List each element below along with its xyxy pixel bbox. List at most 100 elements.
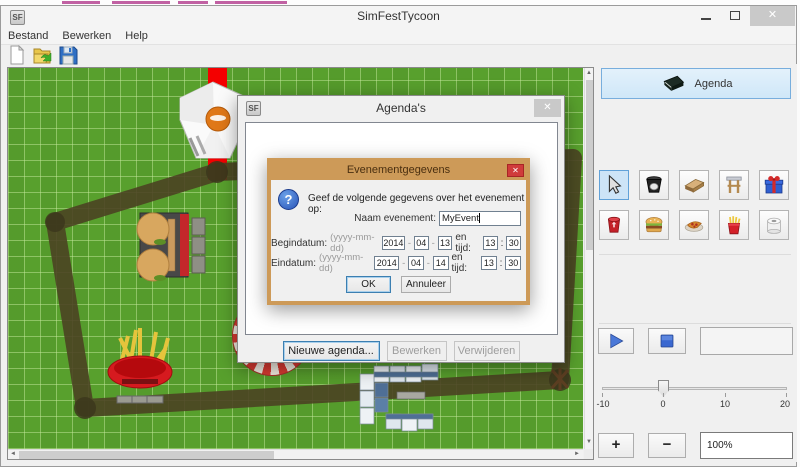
start-date-label: Begindatum: bbox=[271, 238, 327, 249]
colon-separator: : bbox=[501, 238, 504, 249]
question-icon: ? bbox=[278, 189, 299, 210]
speed-slider-track[interactable] bbox=[602, 387, 787, 390]
tool-spotlight[interactable] bbox=[639, 170, 669, 200]
zoom-out-button[interactable]: − bbox=[648, 433, 686, 458]
minimize-button[interactable] bbox=[692, 6, 721, 26]
event-dialog-titlebar[interactable]: Evenementgegevens ✕ bbox=[271, 162, 526, 180]
stop-icon bbox=[658, 332, 676, 350]
play-button[interactable] bbox=[598, 328, 634, 354]
window-titlebar[interactable]: SF SimFestTycoon ✕ bbox=[1, 6, 796, 28]
event-dialog-title: Evenementgegevens bbox=[271, 164, 526, 176]
save-icon[interactable] bbox=[58, 45, 78, 65]
maximize-icon bbox=[730, 11, 740, 20]
scroll-up-icon[interactable]: ▲ bbox=[586, 70, 592, 76]
new-agenda-button[interactable]: Nieuwe agenda... bbox=[283, 341, 380, 361]
open-file-icon[interactable] bbox=[32, 45, 52, 65]
start-hour-input[interactable]: 13 bbox=[483, 236, 498, 250]
zoom-level-field[interactable]: 100% bbox=[700, 432, 793, 459]
background-text-fragment bbox=[178, 1, 208, 4]
horizontal-scrollbar[interactable]: ◄ ► bbox=[8, 449, 583, 459]
scroll-left-icon[interactable]: ◄ bbox=[10, 451, 16, 457]
horizontal-scroll-thumb[interactable] bbox=[19, 451, 274, 459]
tool-fries-stand[interactable] bbox=[719, 210, 749, 240]
vertical-scrollbar[interactable]: ▲ ▼ bbox=[584, 68, 593, 449]
pizza-plate-icon bbox=[682, 213, 706, 237]
end-month-input[interactable]: 04 bbox=[408, 256, 424, 270]
start-month-input[interactable]: 04 bbox=[414, 236, 429, 250]
sidebar-divider bbox=[599, 254, 791, 255]
window-title: SimFestTycoon bbox=[1, 9, 796, 23]
event-dialog-close-button[interactable]: ✕ bbox=[507, 164, 524, 177]
toilet-paper-icon bbox=[762, 213, 786, 237]
scrollbar-corner bbox=[584, 449, 593, 459]
event-name-input[interactable]: MyEvent bbox=[439, 211, 521, 226]
menu-item-bewerken[interactable]: Bewerken bbox=[55, 28, 118, 42]
start-minute-input[interactable]: 30 bbox=[506, 236, 521, 250]
tool-frame[interactable] bbox=[719, 170, 749, 200]
delete-agenda-button: Verwijderen bbox=[454, 341, 520, 361]
fries-stand bbox=[108, 328, 172, 403]
agenda-dialog-titlebar[interactable]: SF Agenda's ✕ bbox=[238, 96, 564, 122]
end-date-label: Eindatum: bbox=[271, 258, 316, 269]
tool-trashcan[interactable] bbox=[599, 210, 629, 240]
start-year-input[interactable]: 2014 bbox=[382, 236, 405, 250]
event-dialog-buttons: OK Annuleer bbox=[271, 276, 526, 293]
tool-pizza-stand[interactable] bbox=[679, 210, 709, 240]
end-hour-input[interactable]: 13 bbox=[481, 256, 497, 270]
end-year-input[interactable]: 2014 bbox=[374, 256, 399, 270]
tool-burger-stand[interactable] bbox=[639, 210, 669, 240]
scroll-down-icon[interactable]: ▼ bbox=[586, 439, 592, 445]
dash-separator: - bbox=[402, 258, 405, 269]
cursor-icon bbox=[603, 174, 625, 196]
slider-label-zero: 0 bbox=[660, 399, 665, 409]
event-name-row: Naam evenement: MyEvent bbox=[354, 211, 521, 226]
end-day-input[interactable]: 14 bbox=[433, 256, 449, 270]
event-name-label: Naam evenement: bbox=[354, 213, 436, 224]
ok-button[interactable]: OK bbox=[346, 276, 391, 293]
event-start-row: Begindatum: (yyyy-mm-dd) 2014 - 04 - 13 … bbox=[271, 232, 521, 254]
text-caret bbox=[479, 213, 480, 223]
agenda-dialog-buttons: Nieuwe agenda... Bewerken Verwijderen bbox=[238, 341, 564, 361]
status-panel bbox=[700, 327, 793, 355]
event-dialog: Evenementgegevens ✕ ? Geef de volgende g… bbox=[267, 158, 530, 305]
hamburger-icon bbox=[642, 213, 666, 237]
tool-toilet[interactable] bbox=[759, 210, 789, 240]
slider-label-ten: 10 bbox=[720, 399, 730, 409]
slider-tick bbox=[786, 393, 787, 397]
new-file-icon[interactable] bbox=[7, 45, 27, 65]
dash-separator: - bbox=[427, 258, 430, 269]
maximize-button[interactable] bbox=[721, 6, 750, 26]
time-label: en tijd: bbox=[455, 232, 480, 254]
tool-select-cursor[interactable] bbox=[599, 170, 629, 200]
start-day-input[interactable]: 13 bbox=[438, 236, 453, 250]
agenda-button[interactable]: Agenda bbox=[601, 68, 791, 99]
tool-gift[interactable] bbox=[759, 170, 789, 200]
vertical-scroll-thumb[interactable] bbox=[586, 80, 593, 250]
slider-tick bbox=[663, 393, 664, 397]
sidebar-divider bbox=[599, 323, 791, 324]
fries-icon bbox=[722, 213, 746, 237]
tool-stage[interactable] bbox=[679, 170, 709, 200]
trash-can-icon bbox=[602, 213, 626, 237]
burger-stand bbox=[137, 213, 205, 281]
agenda-book-icon bbox=[660, 73, 686, 95]
zoom-in-button[interactable]: + bbox=[598, 433, 634, 458]
agenda-dialog-close-button[interactable]: ✕ bbox=[534, 99, 561, 117]
cancel-button[interactable]: Annuleer bbox=[401, 276, 451, 293]
wood-frame-icon bbox=[722, 173, 746, 197]
menu-item-help[interactable]: Help bbox=[118, 28, 155, 42]
play-icon bbox=[606, 332, 626, 350]
menu-item-bestand[interactable]: Bestand bbox=[1, 28, 55, 42]
scroll-right-icon[interactable]: ► bbox=[574, 451, 580, 457]
stop-button[interactable] bbox=[648, 328, 686, 354]
screen: SF SimFestTycoon ✕ BestandBewerkenHelp bbox=[0, 0, 800, 467]
time-label: en tijd: bbox=[452, 252, 479, 274]
event-end-row: Eindatum: (yyyy-mm-dd) 2014 - 04 - 14 en… bbox=[271, 252, 521, 274]
slider-tick bbox=[725, 393, 726, 397]
end-minute-input[interactable]: 30 bbox=[505, 256, 521, 270]
stage-icon bbox=[682, 173, 706, 197]
slider-tick bbox=[602, 393, 603, 397]
toilet-blocks bbox=[360, 364, 438, 431]
close-button[interactable]: ✕ bbox=[750, 6, 795, 26]
background-text-fragment bbox=[215, 1, 287, 4]
